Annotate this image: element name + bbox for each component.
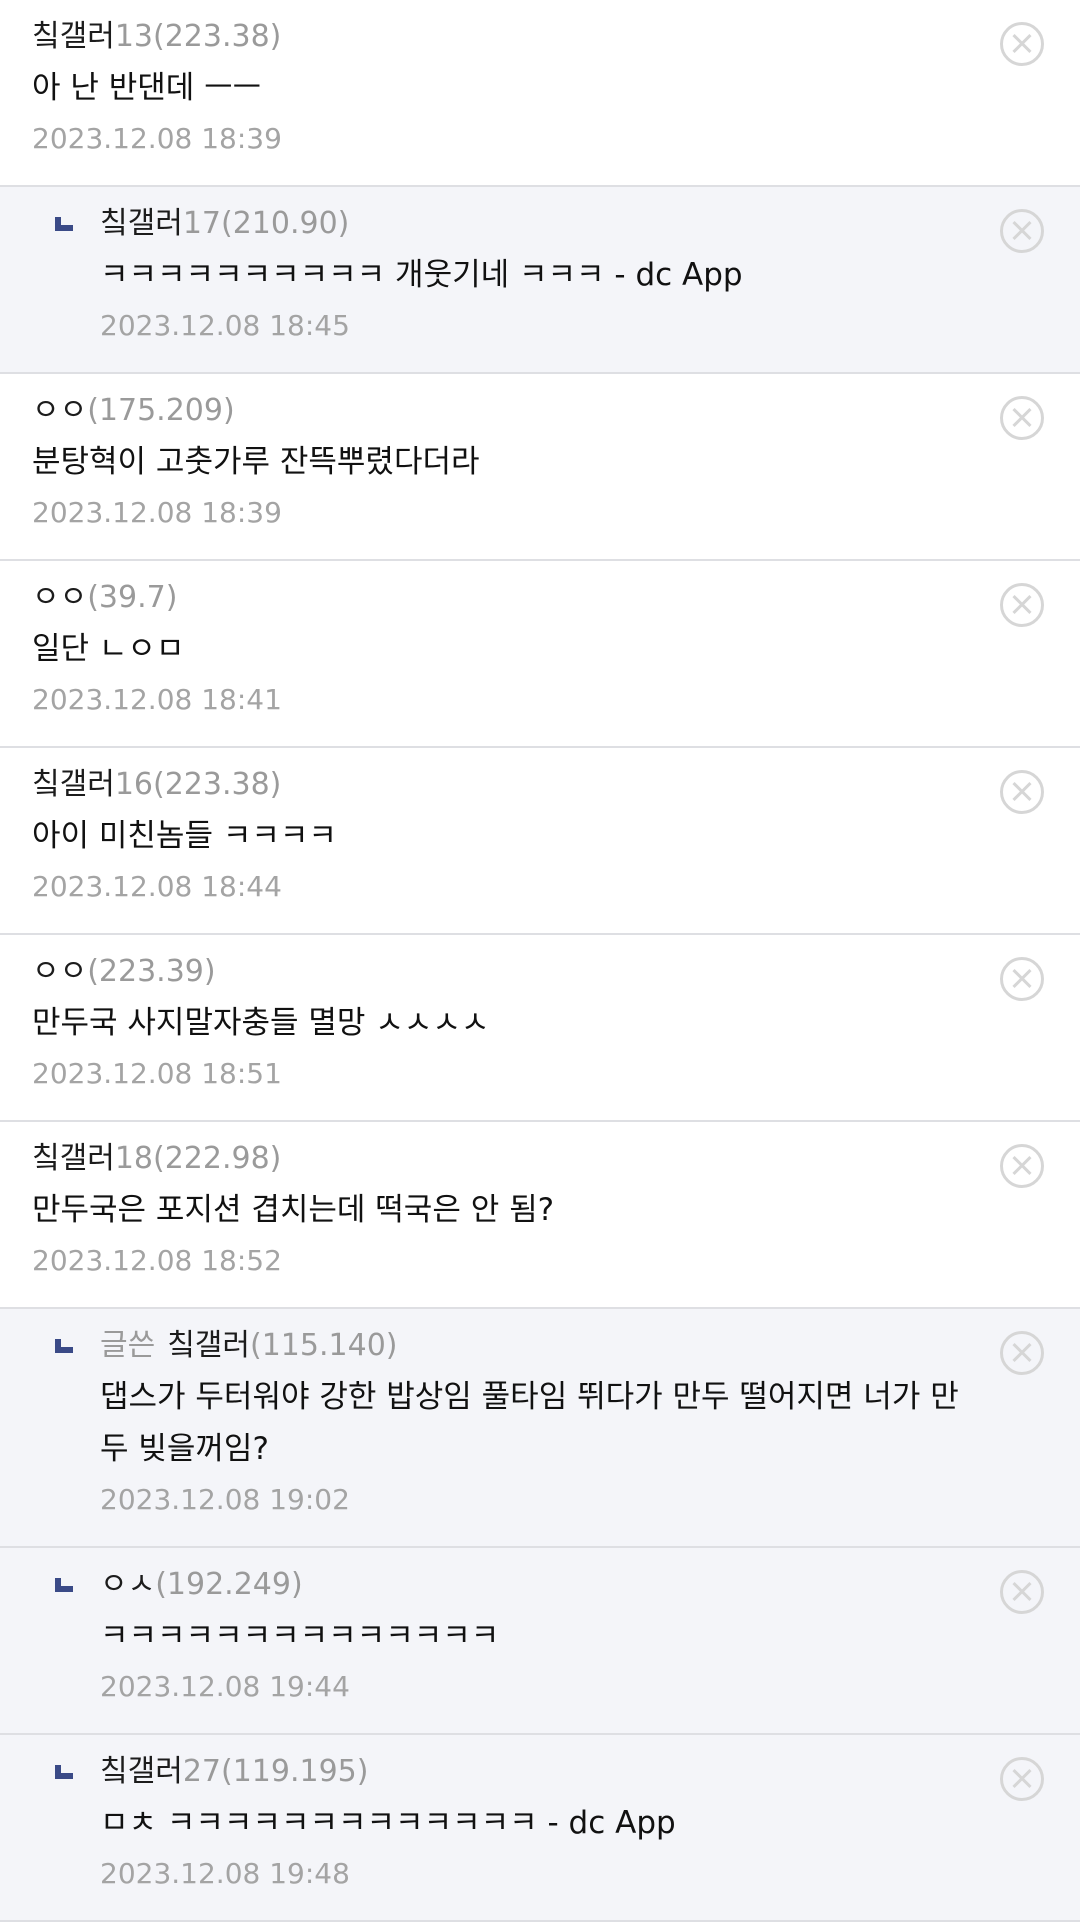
comment-date: 2023.12.08 18:45 <box>100 309 350 342</box>
delete-comment-icon[interactable] <box>1000 583 1044 627</box>
author-badge: 글쓴 <box>100 1328 156 1363</box>
delete-comment-icon[interactable] <box>1000 396 1044 440</box>
comment-nickname[interactable]: ㅇㅇ <box>32 393 87 428</box>
comment-nickname[interactable]: 칰갤러 <box>100 1754 183 1789</box>
reply-arrow-icon <box>55 1765 73 1779</box>
reply-arrow-icon <box>55 1578 73 1592</box>
delete-comment-icon[interactable] <box>1000 1331 1044 1375</box>
comment-ip: (115.140) <box>250 1328 398 1363</box>
comment-text: 만두국은 포지션 겹치는데 떡국은 안 됨? <box>32 1192 555 1228</box>
comment-ip: 18(222.98) <box>114 1141 282 1176</box>
comment-text: 아 난 반댄데 ㅡㅡ <box>32 70 262 106</box>
comment-list: 칰갤러13(223.38) 아 난 반댄데 ㅡㅡ 2023.12.08 18:3… <box>0 0 1080 1922</box>
reply-arrow-icon <box>55 1339 73 1353</box>
comment-text: ㅋㅋㅋㅋㅋㅋㅋㅋㅋㅋ 개웃기네 ㅋㅋㅋ - dc App <box>100 257 743 293</box>
comment-nickname[interactable]: 칰갤러 <box>32 19 115 54</box>
delete-comment-icon[interactable] <box>1000 1144 1044 1188</box>
comment-text: 일단 ㄴㅇㅁ <box>32 631 185 667</box>
delete-comment-icon[interactable] <box>1000 1757 1044 1801</box>
delete-comment-icon[interactable] <box>1000 209 1044 253</box>
comment-nickname[interactable]: 칰갤러 <box>32 1141 115 1176</box>
comment-text: 댑스가 두터워야 강한 밥상임 풀타임 뛰다가 만두 떨어지면 너가 만두 빚을… <box>100 1379 959 1467</box>
comment-ip: 27(119.195) <box>182 1754 369 1789</box>
comment-nickname[interactable]: ㅇㅅ <box>100 1567 155 1602</box>
comment-nickname[interactable]: 칰갤러 <box>100 206 183 241</box>
comment-item: 칰갤러16(223.38) 아이 미친놈들 ㅋㅋㅋㅋ 2023.12.08 18… <box>0 748 1080 935</box>
comment-ip: (175.209) <box>87 393 235 428</box>
comment-date: 2023.12.08 18:44 <box>32 870 282 903</box>
comment-ip: (223.39) <box>87 954 216 989</box>
comment-ip: (39.7) <box>87 580 178 615</box>
comment-date: 2023.12.08 19:44 <box>100 1670 350 1703</box>
delete-comment-icon[interactable] <box>1000 1570 1044 1614</box>
reply-arrow-icon <box>55 217 73 231</box>
reply-item: 칰갤러27(119.195) ㅁㅊ ㅋㅋㅋㅋㅋㅋㅋㅋㅋㅋㅋㅋㅋ - dc App… <box>0 1735 1080 1922</box>
comment-nickname[interactable]: 칰갤러 <box>167 1328 250 1363</box>
comment-nickname[interactable]: 칰갤러 <box>32 767 115 802</box>
comment-text: ㅁㅊ ㅋㅋㅋㅋㅋㅋㅋㅋㅋㅋㅋㅋㅋ - dc App <box>100 1805 676 1841</box>
comment-item: ㅇㅇ(39.7) 일단 ㄴㅇㅁ 2023.12.08 18:41 <box>0 561 1080 748</box>
comment-date: 2023.12.08 19:48 <box>100 1857 350 1890</box>
comment-item: ㅇㅇ(175.209) 분탕혁이 고춧가루 잔뜩뿌렸다더라 2023.12.08… <box>0 374 1080 561</box>
delete-comment-icon[interactable] <box>1000 22 1044 66</box>
reply-item: ㅇㅅ(192.249) ㅋㅋㅋㅋㅋㅋㅋㅋㅋㅋㅋㅋㅋㅋ 2023.12.08 19… <box>0 1548 1080 1735</box>
comment-ip: 16(223.38) <box>114 767 282 802</box>
comment-date: 2023.12.08 18:41 <box>32 683 282 716</box>
comment-item: 칰갤러18(222.98) 만두국은 포지션 겹치는데 떡국은 안 됨? 202… <box>0 1122 1080 1309</box>
comment-nickname[interactable]: ㅇㅇ <box>32 954 87 989</box>
delete-comment-icon[interactable] <box>1000 957 1044 1001</box>
comment-ip: 13(223.38) <box>114 19 282 54</box>
comment-date: 2023.12.08 18:39 <box>32 122 282 155</box>
comment-date: 2023.12.08 18:51 <box>32 1057 282 1090</box>
reply-item: 글쓴 칰갤러(115.140) 댑스가 두터워야 강한 밥상임 풀타임 뛰다가 만… <box>0 1309 1080 1548</box>
comment-text: 만두국 사지말자충들 멸망 ㅅㅅㅅㅅ <box>32 1005 490 1041</box>
reply-item: 칰갤러17(210.90) ㅋㅋㅋㅋㅋㅋㅋㅋㅋㅋ 개웃기네 ㅋㅋㅋ - dc A… <box>0 187 1080 374</box>
comment-text: 분탕혁이 고춧가루 잔뜩뿌렸다더라 <box>32 444 480 480</box>
comment-date: 2023.12.08 19:02 <box>100 1483 350 1516</box>
delete-comment-icon[interactable] <box>1000 770 1044 814</box>
comment-nickname[interactable]: ㅇㅇ <box>32 580 87 615</box>
comment-ip: (192.249) <box>155 1567 303 1602</box>
comment-text: 아이 미친놈들 ㅋㅋㅋㅋ <box>32 818 337 854</box>
comment-text: ㅋㅋㅋㅋㅋㅋㅋㅋㅋㅋㅋㅋㅋㅋ <box>100 1618 500 1654</box>
comment-item: 칰갤러13(223.38) 아 난 반댄데 ㅡㅡ 2023.12.08 18:3… <box>0 0 1080 187</box>
comment-ip: 17(210.90) <box>182 206 350 241</box>
comment-date: 2023.12.08 18:39 <box>32 496 282 529</box>
comment-item: ㅇㅇ(223.39) 만두국 사지말자충들 멸망 ㅅㅅㅅㅅ 2023.12.08… <box>0 935 1080 1122</box>
comment-date: 2023.12.08 18:52 <box>32 1244 282 1277</box>
